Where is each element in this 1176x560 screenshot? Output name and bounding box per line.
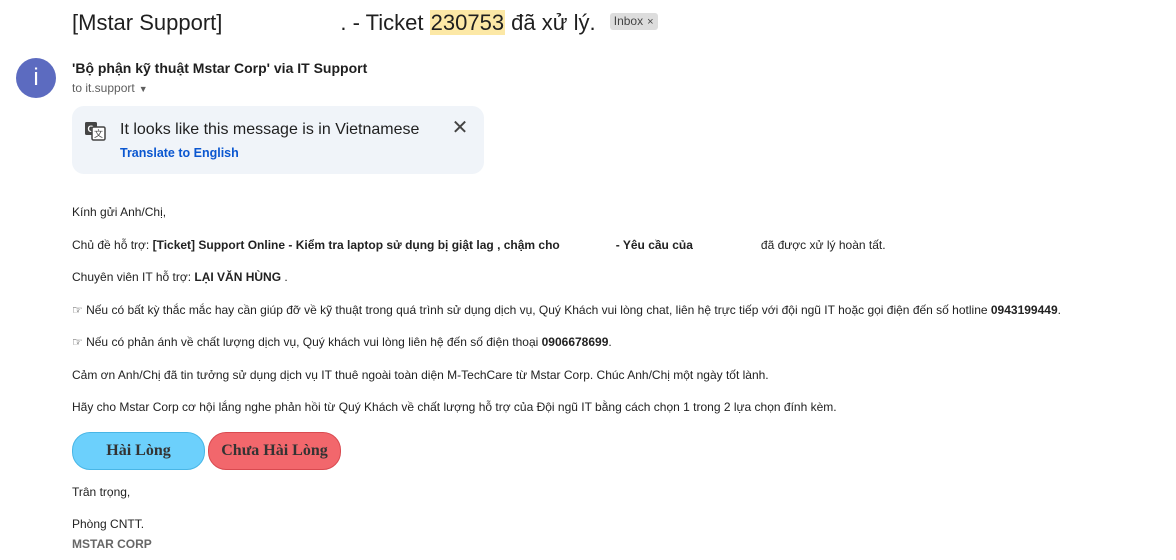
feedback-end: . — [608, 335, 612, 349]
translate-link[interactable]: Translate to English — [120, 146, 239, 160]
unsatisfied-button[interactable]: Chưa Hài Lòng — [208, 432, 341, 470]
subject-middle: . - Ticket — [340, 10, 430, 35]
sender-name[interactable]: 'Bộ phận kỹ thuật Mstar Corp' via IT Sup… — [72, 60, 367, 76]
sender-avatar[interactable]: i — [16, 58, 56, 98]
chevron-down-icon[interactable]: ▼ — [139, 84, 148, 94]
inbox-label-chip[interactable]: Inbox × — [609, 12, 658, 30]
translate-icon: G 文 — [85, 122, 106, 141]
greeting: Kính gửi Anh/Chị, — [72, 205, 167, 219]
feedback-line: ☞ Nếu có phản ánh về chất lượng dịch vụ,… — [72, 335, 612, 349]
closing: Trân trọng, — [72, 485, 131, 499]
satisfied-button[interactable]: Hài Lòng — [72, 432, 205, 470]
subject-suffix: đã xử lý. — [505, 10, 596, 35]
inbox-label-text: Inbox — [613, 13, 644, 28]
hotline-text: ☞ Nếu có bất kỳ thắc mắc hay cần giúp đỡ… — [72, 303, 991, 317]
company-signature: MSTAR CORP — [72, 537, 152, 551]
topic-request: - Yêu cầu của — [615, 238, 693, 252]
hotline-number: 0943199449 — [990, 303, 1058, 317]
hotline-end: . — [1057, 303, 1061, 317]
topic-title: [Ticket] Support Online - Kiểm tra lapto… — [152, 238, 560, 252]
topic-end: đã được xử lý hoàn tất. — [760, 238, 886, 252]
translate-banner: G 文 It looks like this message is in Vie… — [72, 106, 484, 174]
recipient-text: to it.support — [72, 81, 135, 95]
recipient-line[interactable]: to it.support ▼ — [72, 81, 148, 95]
survey-line: Hãy cho Mstar Corp cơ hội lắng nghe phản… — [72, 400, 837, 414]
svg-text:文: 文 — [94, 128, 103, 139]
specialist-line: Chuyên viên IT hỗ trợ: LẠI VĂN HÙNG . — [72, 270, 288, 284]
translate-message: It looks like this message is in Vietnam… — [120, 121, 420, 138]
subject-prefix: [Mstar Support] — [72, 10, 223, 35]
specialist-label: Chuyên viên IT hỗ trợ: — [72, 270, 195, 284]
close-icon[interactable]: ✕ — [450, 118, 470, 138]
specialist-end: . — [281, 270, 288, 284]
feedback-number: 0906678699 — [541, 335, 609, 349]
feedback-text: ☞ Nếu có phản ánh về chất lượng dịch vụ,… — [72, 335, 542, 349]
topic-label: Chủ đề hỗ trợ: — [72, 238, 153, 252]
hotline-line: ☞ Nếu có bất kỳ thắc mắc hay cần giúp đỡ… — [72, 303, 1061, 317]
specialist-name: LẠI VĂN HÙNG — [194, 270, 282, 284]
topic-line: Chủ đề hỗ trợ: [Ticket] Support Online -… — [72, 238, 886, 252]
email-subject: [Mstar Support] . - Ticket 230753 đã xử l… — [72, 8, 658, 38]
thanks-line: Cảm ơn Anh/Chị đã tin tưởng sử dụng dịch… — [72, 368, 769, 382]
ticket-number: 230753 — [429, 10, 506, 35]
department: Phòng CNTT. — [72, 517, 145, 531]
remove-label-icon[interactable]: × — [647, 16, 653, 28]
